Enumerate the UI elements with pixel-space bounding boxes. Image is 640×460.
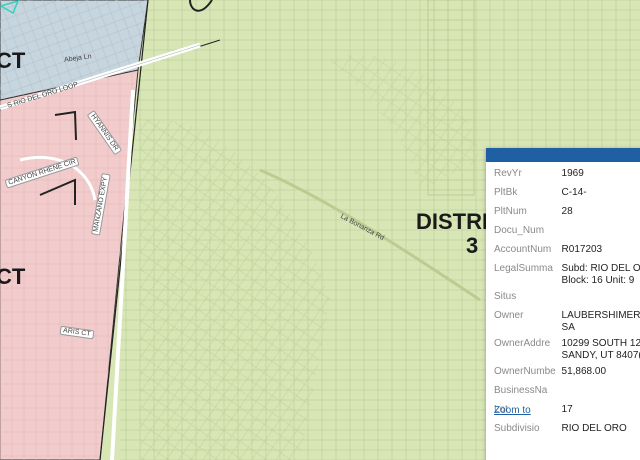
attribute-row: PltBk C-14- (494, 183, 640, 202)
attribute-value: RIO DEL ORO (561, 423, 627, 434)
attribute-value: Subd: RIO DEL O Block: 16 Unit: 9 (561, 263, 640, 286)
attribute-row: PltNum 28 (494, 202, 640, 221)
district-label-line1: DISTRI (416, 209, 489, 234)
attribute-value: 51,868.00 (561, 366, 607, 377)
popup-pointer-icon (0, 0, 20, 14)
district-label-bottom: CT (0, 264, 26, 289)
attribute-row: Docu_Num (494, 221, 640, 240)
attribute-key: OwnerNumbe (494, 366, 556, 377)
attribute-row: AccountNum R017203 (494, 240, 640, 259)
attribute-value: R017203 (561, 244, 603, 255)
attribute-value: 28 (561, 206, 573, 217)
attribute-key: LegalSumma (494, 263, 553, 274)
attribute-row: LegalSumma Subd: RIO DEL O Block: 16 Unit… (494, 259, 640, 287)
district-label-top: CT (0, 48, 26, 73)
attribute-table: RevYr 1969 PltBk C-14- PltNum 28 Docu_Num Accou… (494, 164, 640, 438)
attribute-key: Subdivisio (494, 423, 540, 434)
district-label-line2: 3 (465, 233, 479, 258)
attribute-key: PltBk (494, 187, 518, 198)
attribute-value: 1969 (561, 168, 584, 179)
attribute-key: BusinessNa (494, 385, 548, 396)
attribute-key: Docu_Num (494, 225, 545, 236)
attribute-row: BusinessNa (494, 381, 640, 400)
attribute-row: OwnerNumbe 51,868.00 (494, 362, 640, 381)
attribute-row: Situs (494, 287, 640, 306)
attribute-key: PltNum (494, 206, 527, 217)
attribute-value: 10299 SOUTH 12 SANDY, UT 8407( (561, 338, 640, 361)
feature-info-popup[interactable]: RevYr 1969 PltBk C-14- PltNum 28 Docu_Num Accou… (486, 148, 640, 460)
attribute-key: AccountNum (494, 244, 552, 255)
attribute-value: LAUBERSHIMER I SA (561, 310, 640, 333)
attribute-row: OwnerAddre 10299 SOUTH 12 SANDY, UT 8407( (494, 334, 640, 362)
attribute-key: RevYr (494, 168, 522, 179)
district-label-center: DISTRI 3 (416, 210, 488, 258)
attribute-key: Owner (494, 310, 524, 321)
attribute-value (562, 287, 640, 306)
zoom-to-link[interactable]: Zoom to (494, 405, 531, 416)
map-view[interactable]: CT CT DISTRI 3 Abeja Ln S RIO DEL ORO LO… (0, 0, 640, 460)
attribute-key: Situs (494, 291, 517, 302)
attribute-value: C-14- (561, 187, 587, 198)
attribute-value: 17 (561, 404, 573, 415)
attribute-key: OwnerAddre (494, 338, 551, 349)
attribute-row: Owner LAUBERSHIMER I SA (494, 306, 640, 334)
parcel-block-east (427, 0, 475, 196)
attribute-value (562, 381, 640, 400)
attribute-row: RevYr 1969 (494, 164, 640, 183)
attribute-value (562, 221, 640, 240)
attribute-row: Subdivisio RIO DEL ORO (494, 419, 640, 438)
